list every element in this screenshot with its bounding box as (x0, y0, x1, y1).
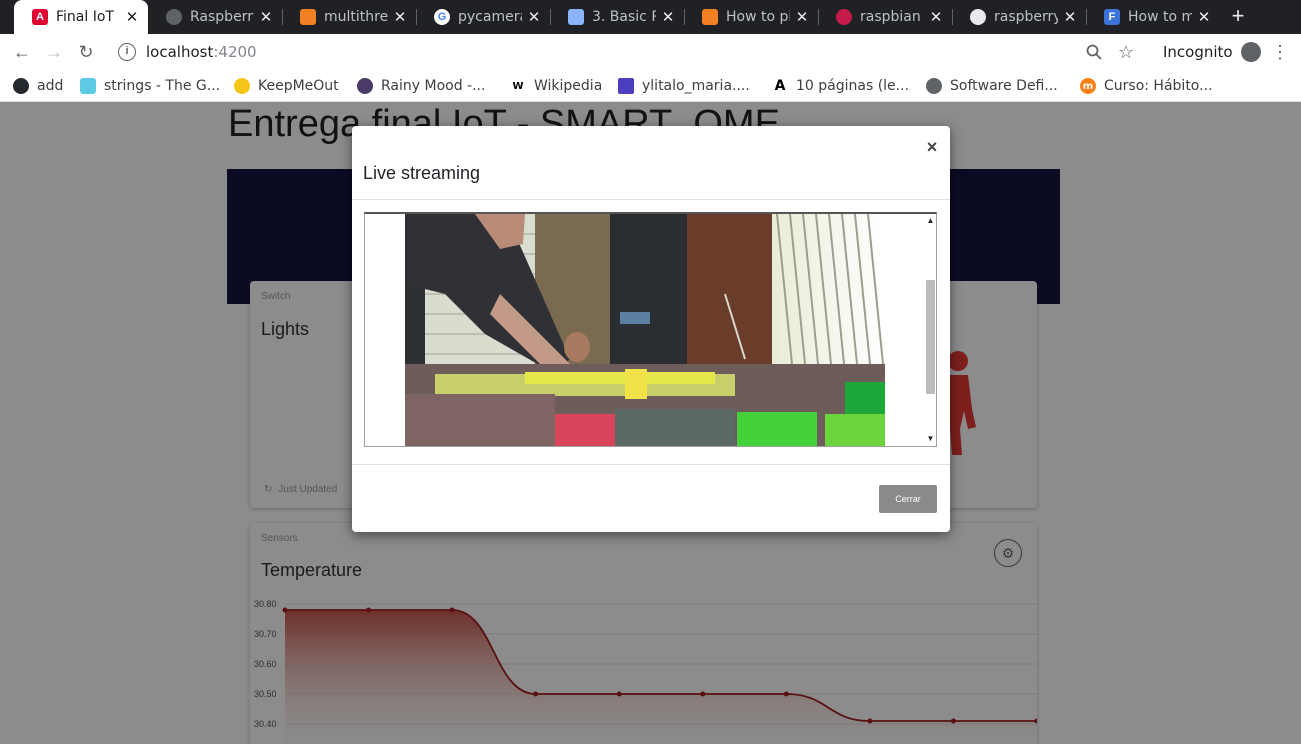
incognito-indicator[interactable]: Incognito (1163, 42, 1261, 62)
info-icon[interactable]: i (118, 43, 136, 61)
moodle-icon: m (1080, 78, 1096, 94)
bookmark-label: add (37, 78, 64, 94)
tab-raspbian[interactable]: raspbian - ✕ (818, 0, 952, 34)
tab-title: pycamera (458, 9, 522, 25)
stream-frame[interactable]: ▲ ▼ (364, 212, 937, 447)
wikipedia-icon: W (510, 78, 526, 94)
modal-title: Live streaming (363, 163, 481, 183)
flow-icon: F (1104, 9, 1120, 25)
pattern-icon (618, 78, 634, 94)
close-tab-icon[interactable]: ✕ (1058, 8, 1082, 26)
docs-icon (568, 9, 584, 25)
bookmark-label: Rainy Mood -... (381, 78, 486, 94)
bookmark-label: KeepMeOut (258, 78, 339, 94)
smiley-icon (234, 78, 250, 94)
camera-stream-image (405, 214, 885, 446)
globe-icon (926, 78, 942, 94)
tab-raspberry[interactable]: Raspberry ✕ (148, 0, 282, 34)
bookmark-rainy-mood[interactable]: Rainy Mood -... (357, 76, 485, 96)
tab-title: raspbian - (860, 9, 924, 25)
reload-icon[interactable]: ↻ (74, 40, 98, 64)
bookmark-wikipedia[interactable]: W Wikipedia (510, 76, 602, 96)
rainy-mood-icon (357, 78, 373, 94)
forward-arrow-icon[interactable]: → (42, 40, 66, 64)
bookmark-label: Software Defi... (950, 78, 1058, 94)
live-streaming-modal: Live streaming × ▲ ▼ Cerrar (352, 126, 950, 532)
angular-icon: A (32, 9, 48, 25)
close-tab-icon[interactable]: ✕ (790, 8, 814, 26)
bookmark-label: ylitalo_maria.... (642, 78, 750, 94)
tab-title: raspberry (994, 9, 1058, 25)
tab-title: How to m (1128, 9, 1192, 25)
bookmarks-bar: add strings - The G... KeepMeOut Rainy M… (0, 70, 1301, 102)
raspberry-icon (836, 9, 852, 25)
new-tab-button[interactable]: + (1226, 4, 1250, 28)
tab-how-to-pi[interactable]: How to pi ✕ (684, 0, 818, 34)
close-icon[interactable]: × (922, 136, 942, 158)
github-icon (970, 9, 986, 25)
close-button[interactable]: Cerrar (879, 485, 937, 513)
stackoverflow-icon (702, 9, 718, 25)
scroll-thumb[interactable] (926, 280, 935, 394)
a-letter-icon: A (772, 78, 788, 94)
tab-pycamera[interactable]: G pycamera ✕ (416, 0, 550, 34)
close-tab-icon[interactable]: ✕ (254, 8, 278, 26)
stream-scrollbar[interactable]: ▲ ▼ (923, 214, 936, 446)
bookmark-star-icon[interactable]: ☆ (1114, 40, 1138, 64)
globe-icon (166, 9, 182, 25)
bookmark-add[interactable]: add (13, 76, 63, 96)
tab-title: 3. Basic Re (592, 9, 656, 25)
bookmark-label: 10 páginas (le... (796, 78, 910, 94)
close-tab-icon[interactable]: ✕ (120, 8, 144, 26)
tab-raspberry-github[interactable]: raspberry ✕ (952, 0, 1086, 34)
bookmark-label: Curso: Hábito... (1104, 78, 1213, 94)
bookmark-label: strings - The G... (104, 78, 221, 94)
close-tab-icon[interactable]: ✕ (1192, 8, 1216, 26)
bookmark-keepmeout[interactable]: KeepMeOut (234, 76, 339, 96)
back-arrow-icon[interactable]: ← (10, 40, 34, 64)
google-icon: G (434, 9, 450, 25)
tab-title: How to pi (726, 9, 790, 25)
tab-final-iot[interactable]: A Final IoT ✕ (14, 0, 148, 34)
tab-how-to-m[interactable]: F How to m ✕ (1086, 0, 1220, 34)
close-tab-icon[interactable]: ✕ (924, 8, 948, 26)
address-host: localhost (146, 43, 214, 61)
github-icon (13, 78, 29, 94)
close-tab-icon[interactable]: ✕ (522, 8, 546, 26)
browser-toolbar: ← → ↻ i localhost :4200 ☆ Incognito ⋮ (0, 34, 1301, 70)
menu-dots-icon[interactable]: ⋮ (1268, 40, 1292, 64)
bookmark-10-paginas[interactable]: A 10 páginas (le... (772, 76, 909, 96)
bookmark-software-defi[interactable]: Software Defi... (926, 76, 1058, 96)
incognito-label: Incognito (1163, 43, 1233, 61)
tab-title: Final IoT (56, 9, 114, 25)
bookmark-strings[interactable]: strings - The G... (80, 76, 220, 96)
divider (352, 199, 950, 200)
zoom-search-icon[interactable] (1082, 40, 1106, 64)
scroll-up-arrow-icon[interactable]: ▲ (925, 216, 936, 226)
bookmark-ylitalo[interactable]: ylitalo_maria.... (618, 76, 750, 96)
gopher-icon (80, 78, 96, 94)
tab-title: Raspberry (190, 9, 254, 25)
incognito-icon (1240, 42, 1261, 62)
tab-title: multithrea (324, 9, 388, 25)
address-port: :4200 (213, 43, 257, 61)
scroll-down-arrow-icon[interactable]: ▼ (925, 434, 936, 444)
stackoverflow-icon (300, 9, 316, 25)
address-bar[interactable]: i localhost :4200 (108, 37, 1153, 67)
bookmark-label: Wikipedia (534, 78, 603, 94)
divider (352, 464, 950, 465)
close-tab-icon[interactable]: ✕ (656, 8, 680, 26)
tab-strip: A Final IoT ✕ Raspberry ✕ multithrea ✕ G… (0, 0, 1301, 34)
tab-multithrea[interactable]: multithrea ✕ (282, 0, 416, 34)
tab-basic-re[interactable]: 3. Basic Re ✕ (550, 0, 684, 34)
close-tab-icon[interactable]: ✕ (388, 8, 412, 26)
bookmark-curso[interactable]: m Curso: Hábito... (1080, 76, 1212, 96)
